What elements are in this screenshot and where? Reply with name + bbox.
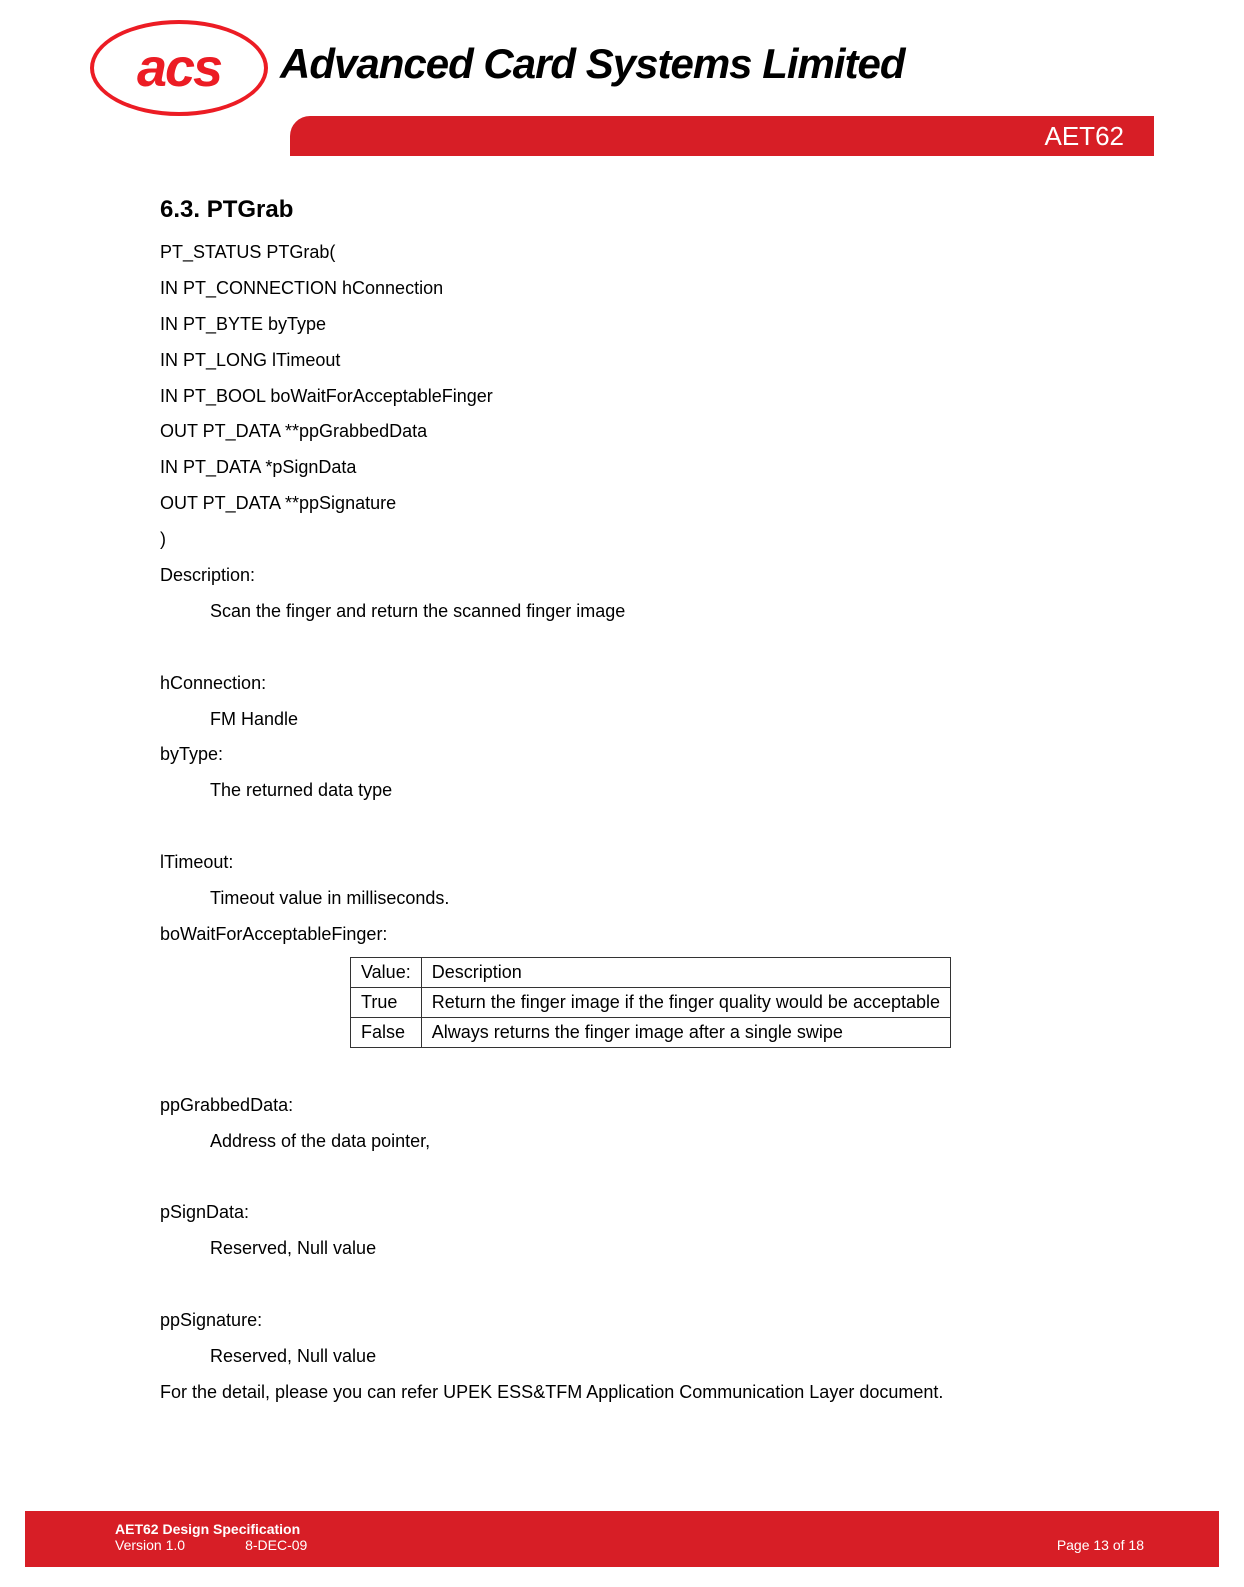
company-name: Advanced Card Systems Limited bbox=[280, 40, 1154, 88]
param-text: Timeout value in milliseconds. bbox=[160, 885, 1154, 913]
signature-line: IN PT_CONNECTION hConnection bbox=[160, 275, 1154, 303]
footer-title: AET62 Design Specification bbox=[115, 1521, 307, 1537]
table-cell: True bbox=[351, 987, 422, 1017]
footer-page: Page 13 of 18 bbox=[1057, 1537, 1144, 1553]
param-label: pSignData: bbox=[160, 1199, 1154, 1227]
acs-logo: acs bbox=[90, 20, 260, 108]
param-label: lTimeout: bbox=[160, 849, 1154, 877]
table-cell: Return the finger image if the finger qu… bbox=[421, 987, 950, 1017]
footer-date: 8-DEC-09 bbox=[245, 1537, 307, 1553]
signature-line: ) bbox=[160, 526, 1154, 554]
signature-line: OUT PT_DATA **ppGrabbedData bbox=[160, 418, 1154, 446]
document-content: 6.3. PTGrab PT_STATUS PTGrab( IN PT_CONN… bbox=[0, 156, 1244, 1407]
page-footer: AET62 Design Specification Version 1.0 8… bbox=[0, 1511, 1244, 1567]
table-cell: False bbox=[351, 1017, 422, 1047]
param-text: Reserved, Null value bbox=[160, 1235, 1154, 1263]
header-product-code: AET62 bbox=[1045, 121, 1125, 152]
param-label: ppGrabbedData: bbox=[160, 1092, 1154, 1120]
signature-line: IN PT_BOOL boWaitForAcceptableFinger bbox=[160, 383, 1154, 411]
param-label: boWaitForAcceptableFinger: bbox=[160, 921, 1154, 949]
param-label: ppSignature: bbox=[160, 1307, 1154, 1335]
header-red-bar: AET62 bbox=[290, 116, 1154, 156]
signature-line: OUT PT_DATA **ppSignature bbox=[160, 490, 1154, 518]
page-header: acs Advanced Card Systems Limited bbox=[0, 0, 1244, 108]
param-text: The returned data type bbox=[160, 777, 1154, 805]
description-text: Scan the finger and return the scanned f… bbox=[160, 598, 1154, 626]
param-text: Reserved, Null value bbox=[160, 1343, 1154, 1371]
table-cell: Description bbox=[421, 957, 950, 987]
param-text: Address of the data pointer, bbox=[160, 1128, 1154, 1156]
table-cell: Value: bbox=[351, 957, 422, 987]
signature-line: IN PT_LONG lTimeout bbox=[160, 347, 1154, 375]
param-label: hConnection: bbox=[160, 670, 1154, 698]
footer-version: Version 1.0 bbox=[115, 1537, 185, 1553]
table-row: False Always returns the finger image af… bbox=[351, 1017, 951, 1047]
section-title: 6.3. PTGrab bbox=[160, 196, 1154, 224]
description-label: Description: bbox=[160, 562, 1154, 590]
signature-line: IN PT_DATA *pSignData bbox=[160, 454, 1154, 482]
logo-text: acs bbox=[137, 37, 221, 99]
signature-line: IN PT_BYTE byType bbox=[160, 311, 1154, 339]
closing-text: For the detail, please you can refer UPE… bbox=[160, 1379, 1154, 1407]
table-row: True Return the finger image if the fing… bbox=[351, 987, 951, 1017]
signature-line: PT_STATUS PTGrab( bbox=[160, 239, 1154, 267]
param-label: byType: bbox=[160, 741, 1154, 769]
bowait-table: Value: Description True Return the finge… bbox=[350, 957, 951, 1048]
param-text: FM Handle bbox=[160, 706, 1154, 734]
table-row: Value: Description bbox=[351, 957, 951, 987]
table-cell: Always returns the finger image after a … bbox=[421, 1017, 950, 1047]
